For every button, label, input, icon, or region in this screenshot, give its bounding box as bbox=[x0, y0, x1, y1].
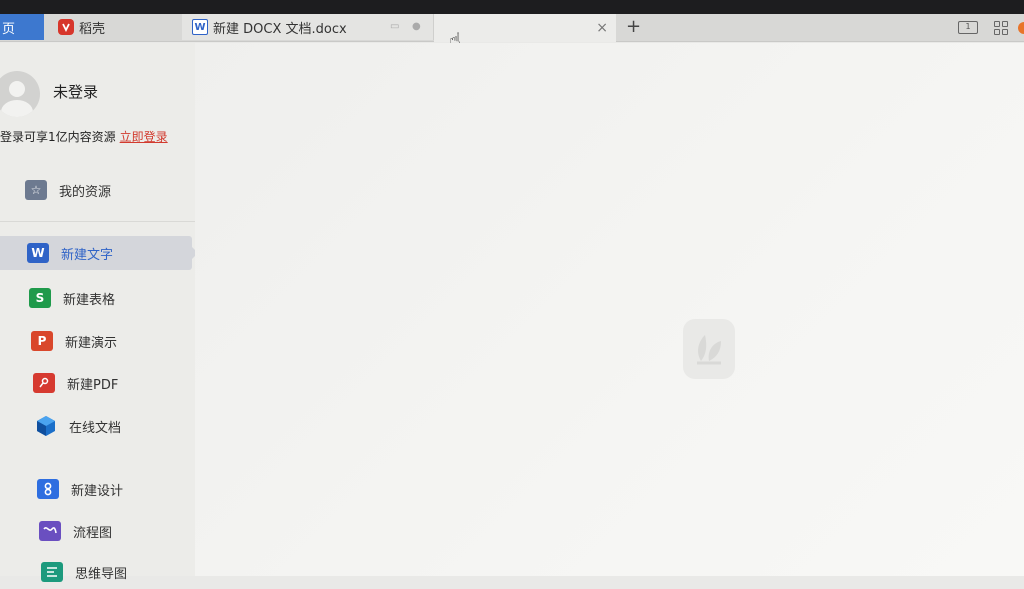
layout-toggle-icon[interactable]: 1 bbox=[958, 21, 978, 34]
login-tip-text: 登录可享1亿内容资源 bbox=[0, 130, 116, 144]
user-name[interactable]: 未登录 bbox=[53, 81, 98, 102]
user-status-icon[interactable] bbox=[1018, 22, 1024, 34]
apps-grid-icon[interactable] bbox=[994, 21, 1008, 35]
sidebar-item-label: 新建PDF bbox=[67, 377, 119, 393]
layout-toggle-text: 1 bbox=[965, 22, 971, 31]
login-tip: 登录可享1亿内容资源 立即登录 bbox=[0, 128, 168, 145]
sidebar-item-online-docs[interactable]: 在线文档 bbox=[35, 409, 121, 443]
new-tab-button[interactable]: + bbox=[626, 16, 641, 37]
monitor-icon[interactable]: ▭ bbox=[390, 21, 399, 32]
sidebar-item-label: 在线文档 bbox=[69, 420, 122, 436]
tab-bar: 页 稻壳 W 新建 DOCX 文档.docx ▭ ● × + 1 bbox=[0, 14, 1024, 42]
tab-document-label: 新建 DOCX 文档.docx bbox=[213, 21, 347, 37]
sidebar-item-label: 新建文字 bbox=[61, 247, 114, 263]
tab-home[interactable]: 页 bbox=[0, 14, 44, 40]
sidebar-item-label: 新建表格 bbox=[63, 292, 116, 308]
star-icon: ☆ bbox=[25, 180, 47, 200]
cloud-cube-icon bbox=[35, 416, 57, 436]
sidebar-item-label: 流程图 bbox=[73, 525, 113, 541]
sidebar-item-label: 我的资源 bbox=[59, 184, 112, 200]
flowchart-icon bbox=[39, 521, 61, 541]
sidebar-item-new-spreadsheet[interactable]: S 新建表格 bbox=[29, 281, 115, 315]
sidebar-item-mindmap[interactable]: 思维导图 bbox=[41, 555, 127, 589]
mindmap-icon bbox=[41, 562, 63, 582]
tab-daoke[interactable]: 稻壳 bbox=[50, 14, 180, 40]
sidebar-item-new-design[interactable]: 新建设计 bbox=[37, 472, 123, 506]
sidebar-item-label: 新建设计 bbox=[71, 483, 124, 499]
pdf-icon bbox=[33, 373, 55, 393]
spreadsheet-icon: S bbox=[29, 288, 51, 308]
login-link[interactable]: 立即登录 bbox=[120, 130, 168, 144]
daoke-logo-icon bbox=[58, 19, 74, 35]
sidebar-item-label: 思维导图 bbox=[75, 566, 128, 582]
tab-daoke-label: 稻壳 bbox=[79, 21, 106, 37]
avatar[interactable] bbox=[0, 71, 40, 117]
tab-active-blank[interactable]: × bbox=[434, 14, 616, 42]
main-content-area bbox=[195, 43, 1024, 576]
sidebar-item-flowchart[interactable]: 流程图 bbox=[39, 514, 112, 548]
screen-top-edge bbox=[0, 0, 1024, 14]
tab-home-label: 页 bbox=[2, 21, 16, 37]
tab-document[interactable]: W 新建 DOCX 文档.docx ▭ ● bbox=[182, 14, 434, 40]
presentation-icon: P bbox=[31, 331, 53, 351]
close-tab-icon[interactable]: × bbox=[596, 20, 608, 36]
sidebar-divider bbox=[0, 221, 195, 222]
word-document-icon: W bbox=[192, 19, 208, 35]
design-icon bbox=[37, 479, 59, 499]
writer-icon: W bbox=[27, 243, 49, 263]
dot-icon[interactable]: ● bbox=[412, 21, 421, 32]
sidebar-item-new-presentation[interactable]: P 新建演示 bbox=[31, 324, 117, 358]
sidebar-item-new-pdf[interactable]: 新建PDF bbox=[33, 366, 118, 400]
sidebar-item-my-resources[interactable]: ☆ 我的资源 bbox=[25, 173, 111, 207]
sidebar: 未登录 登录可享1亿内容资源 立即登录 ☆ 我的资源 W 新建文字 S 新建表格 … bbox=[0, 43, 198, 582]
sidebar-item-label: 新建演示 bbox=[65, 335, 118, 351]
sidebar-item-new-writer[interactable]: W 新建文字 bbox=[27, 236, 113, 270]
wps-leaf-watermark-icon bbox=[683, 319, 735, 379]
